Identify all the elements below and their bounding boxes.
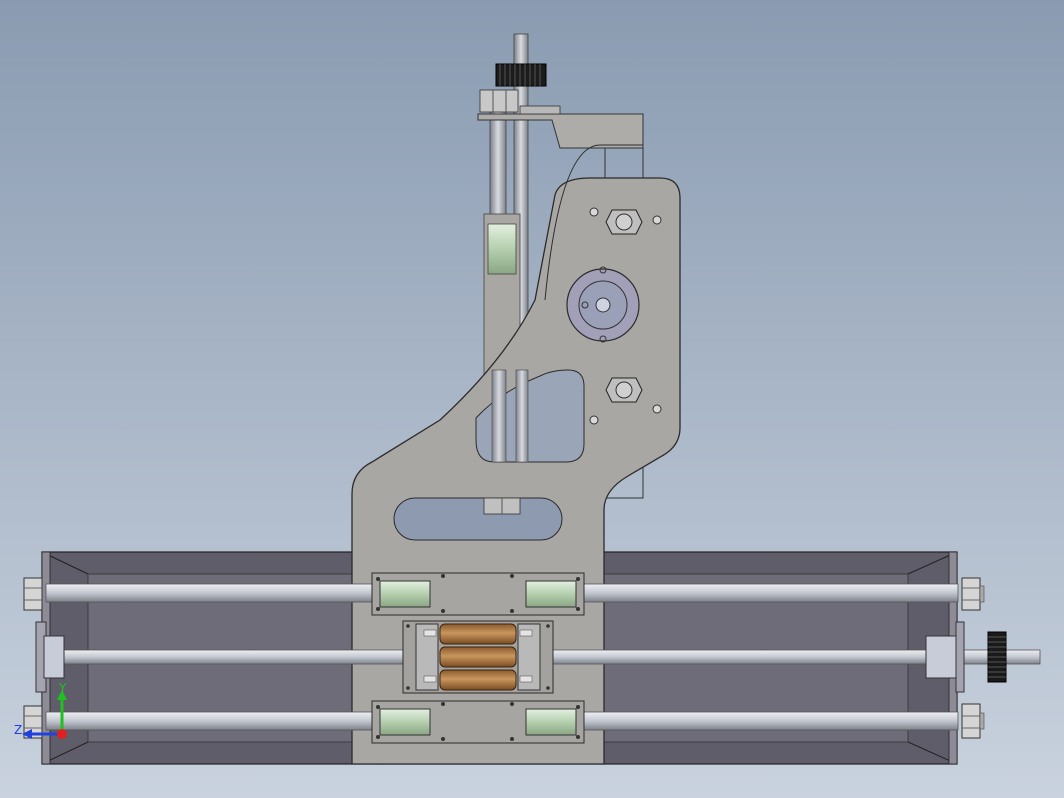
lead-nut-assembly [402,620,554,694]
triad-x-axis [57,729,67,739]
triad-y-label: Y [58,681,67,695]
bushing-block-bottom [371,700,585,744]
triad-z-label: Z [14,723,22,737]
x-drive-pulley [987,631,1007,683]
cnc-axis-assembly-drawing: Y Z [14,33,1041,765]
cad-viewport[interactable]: Y Z [0,0,1064,798]
bushing-block-top [371,572,585,616]
z-axis-pulley [495,63,547,87]
